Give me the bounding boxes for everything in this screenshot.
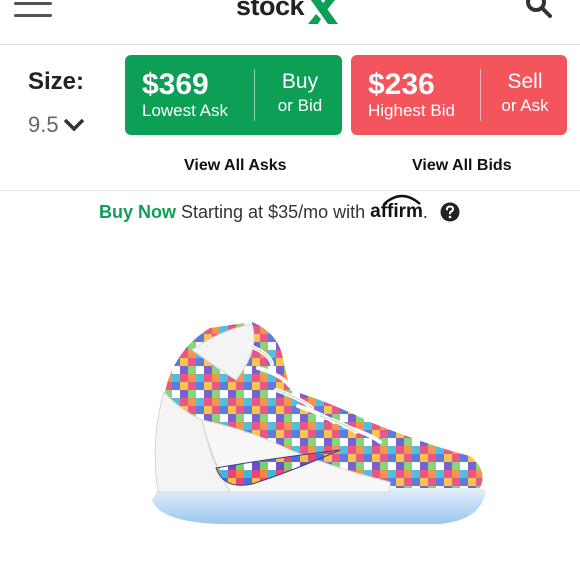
logo-text: stock (236, 0, 305, 21)
highest-bid-caption: Highest Bid (368, 101, 455, 120)
sneaker-product-image (152, 322, 486, 524)
logo-x-icon (308, 0, 339, 24)
sell-action-label: Sell or Ask (483, 70, 567, 118)
lowest-ask-price: $369 (142, 68, 209, 101)
section-divider (0, 190, 580, 191)
lowest-ask-caption: Lowest Ask (142, 101, 228, 120)
button-divider (254, 69, 255, 121)
affirm-arc-icon (383, 194, 421, 205)
stockx-logo[interactable]: stock (236, 0, 340, 31)
or-bid-label: or Bid (277, 96, 323, 115)
chevron-down-icon (63, 118, 84, 132)
buy-or-bid-button[interactable]: $369 Lowest Ask Buy or Bid (125, 55, 342, 135)
highest-bid-price: $236 (368, 68, 435, 101)
sell-or-ask-button[interactable]: $236 Highest Bid Sell or Ask (351, 55, 567, 135)
top-header: stock (0, 0, 580, 45)
view-all-bids-link[interactable]: View All Bids (412, 157, 512, 175)
size-selector[interactable]: 9.5 (28, 112, 85, 138)
size-label: Size: (28, 68, 85, 95)
financing-promo: Buy Now Starting at $35/mo with affirm . (99, 194, 460, 223)
promo-text: Starting at $35/mo with (181, 201, 366, 222)
hamburger-menu-icon[interactable] (14, 0, 54, 18)
button-divider (480, 69, 481, 121)
promo-period: . (422, 201, 428, 222)
question-circle-icon[interactable] (440, 202, 460, 222)
or-ask-label: or Ask (501, 96, 549, 115)
search-icon[interactable] (524, 0, 554, 22)
size-value: 9.5 (28, 112, 59, 137)
view-all-asks-link[interactable]: View All Asks (184, 157, 287, 175)
buy-action-label: Buy or Bid (258, 70, 342, 118)
affirm-logo: affirm (370, 194, 423, 223)
buy-label: Buy (281, 70, 319, 93)
buy-now-link[interactable]: Buy Now (99, 202, 176, 223)
sell-label: Sell (507, 70, 543, 93)
